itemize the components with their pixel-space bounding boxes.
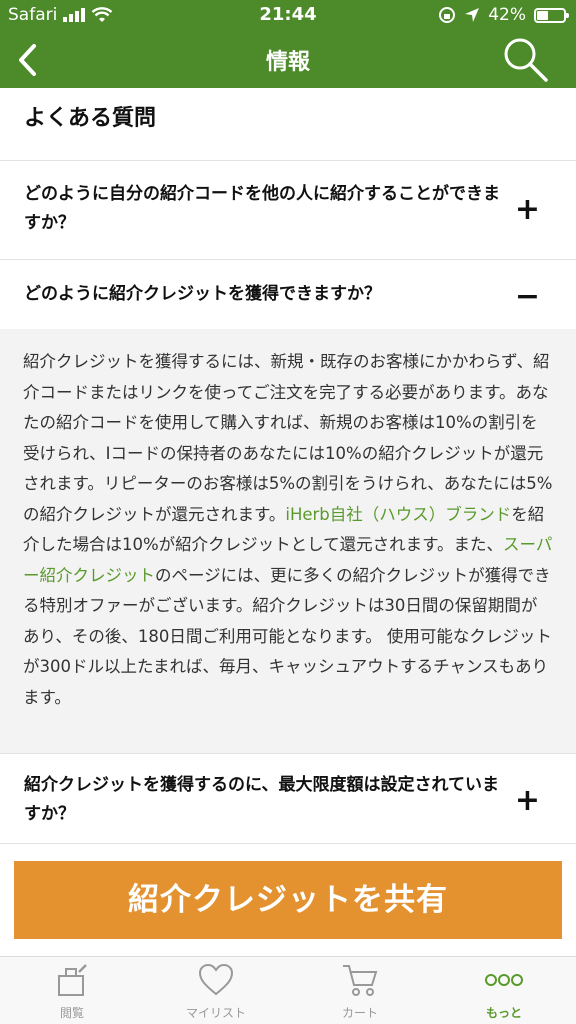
tab-label: マイリスト — [185, 1006, 246, 1020]
divider — [0, 259, 576, 260]
location-icon — [465, 8, 480, 22]
battery-percent: 42% — [488, 5, 526, 25]
share-credit-button[interactable]: 紹介クレジットを共有 — [14, 861, 562, 939]
tab-label: もっと — [485, 1006, 522, 1020]
cart-icon — [343, 965, 378, 996]
faq-question-2[interactable]: どのように紹介クレジットを獲得できますか？ — [24, 280, 508, 309]
answer-text-1: 紹介クレジットを獲得するには、新規・既存のお客様にかかわらず、紹介コードまたはリ… — [23, 352, 553, 524]
divider — [0, 843, 576, 844]
search-icon[interactable] — [500, 34, 550, 84]
faq-question-1[interactable]: どのように自分の紹介コードを他の人に紹介することができますか？ — [24, 180, 508, 238]
tab-label: 閲覧 — [59, 1006, 84, 1020]
faq-question-3[interactable]: 紹介クレジットを獲得するのに、最大限度額は設定されていますか？ — [24, 771, 508, 829]
collapse-minus-icon[interactable]: − — [515, 282, 540, 312]
divider — [0, 160, 576, 161]
divider — [0, 753, 576, 754]
faq-answer-text: 紹介クレジットを獲得するには、新規・既存のお客様にかかわらず、紹介コードまたはリ… — [23, 347, 553, 713]
faq-heading: よくある質問 — [24, 106, 157, 131]
expand-plus-icon[interactable]: + — [515, 195, 540, 225]
tab-mylist[interactable]: マイリスト — [144, 957, 288, 1024]
house-brand-link[interactable]: iHerb自社（ハウス）ブランド — [285, 505, 511, 524]
rotation-lock-icon — [439, 7, 456, 23]
expand-plus-icon[interactable]: + — [515, 786, 540, 816]
battery-icon — [534, 7, 569, 23]
answer-text-3: のページには、更に多くの紹介クレジットが獲得できる特別オファーがございます。紹介… — [23, 565, 552, 707]
tab-browse[interactable]: 閲覧 — [0, 957, 144, 1024]
browse-icon — [58, 964, 87, 996]
more-dots-icon — [485, 974, 523, 986]
heart-icon — [198, 963, 234, 996]
tab-more[interactable]: もっと — [432, 957, 576, 1024]
tab-label: カート — [341, 1006, 378, 1020]
battery-fill — [537, 10, 548, 20]
tab-cart[interactable]: カート — [288, 957, 432, 1024]
status-bar: Safari 21:44 42% — [0, 0, 576, 30]
tab-bar: 閲覧 マイリスト カート もっと — [0, 956, 576, 1024]
status-right: 42% — [438, 5, 569, 25]
nav-bar: 情報 — [0, 30, 576, 88]
page-title: 情報 — [265, 50, 310, 75]
